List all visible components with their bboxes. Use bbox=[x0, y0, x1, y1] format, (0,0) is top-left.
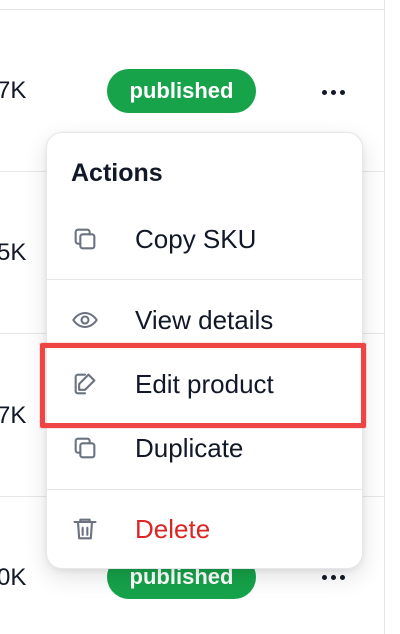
menu-item-copy-sku[interactable]: Copy SKU bbox=[47, 209, 362, 269]
actions-dropdown-menu: Actions Copy SKU View details Edit produ… bbox=[46, 132, 363, 569]
eye-icon bbox=[71, 306, 99, 334]
menu-item-edit-product[interactable]: Edit product bbox=[47, 354, 362, 414]
menu-item-label: Edit product bbox=[135, 368, 274, 399]
row-actions-button[interactable] bbox=[318, 82, 348, 102]
table-cell-value: 7K bbox=[0, 402, 27, 429]
row-divider bbox=[0, 9, 384, 10]
table-cell-value: 7K bbox=[0, 77, 27, 104]
more-horizontal-icon bbox=[321, 89, 345, 95]
status-badge: published bbox=[107, 69, 256, 113]
row-actions-button[interactable] bbox=[318, 567, 348, 587]
edit-icon bbox=[71, 370, 99, 398]
more-horizontal-icon bbox=[321, 574, 345, 580]
table-cell-value: 0K bbox=[0, 564, 27, 591]
menu-separator bbox=[47, 279, 362, 280]
table-right-border bbox=[384, 0, 385, 634]
copy-icon bbox=[71, 434, 99, 462]
menu-item-view-details[interactable]: View details bbox=[47, 290, 362, 350]
menu-item-label: Delete bbox=[135, 513, 211, 544]
menu-item-label: Duplicate bbox=[135, 432, 244, 463]
menu-item-duplicate[interactable]: Duplicate bbox=[47, 418, 362, 478]
menu-item-label: View details bbox=[135, 304, 274, 335]
table-cell-value: 5K bbox=[0, 239, 27, 266]
copy-icon bbox=[71, 225, 99, 253]
trash-icon bbox=[71, 515, 99, 543]
menu-heading: Actions bbox=[71, 159, 163, 187]
menu-item-delete[interactable]: Delete bbox=[47, 499, 362, 559]
menu-separator bbox=[47, 489, 362, 490]
menu-item-label: Copy SKU bbox=[135, 223, 257, 254]
table-viewport: 7K published 5K 7K 0K published Actions … bbox=[0, 0, 400, 634]
